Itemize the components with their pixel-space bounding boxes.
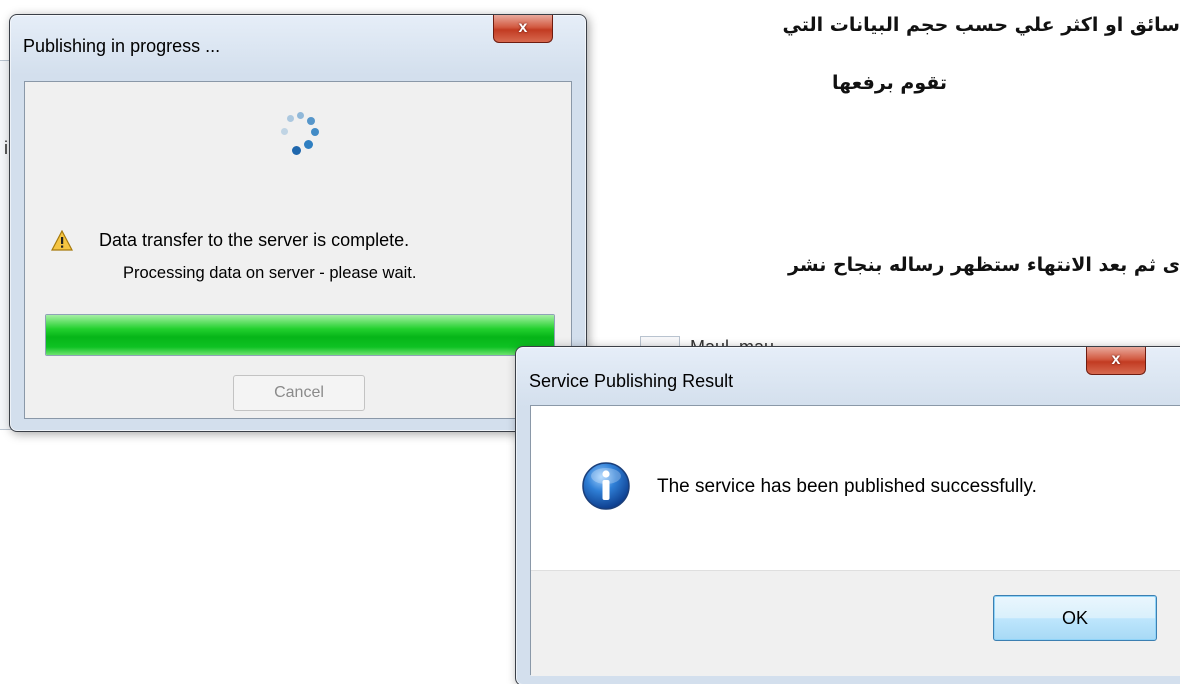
processing-message: Processing data on server - please wait. [123, 264, 417, 282]
loading-spinner-icon [273, 110, 333, 170]
ok-button[interactable]: OK [993, 595, 1157, 641]
result-dialog-title: Service Publishing Result [529, 371, 734, 391]
publishing-dialog-body: Data transfer to the server is complete.… [24, 81, 572, 419]
transfer-complete-message: Data transfer to the server is complete. [99, 230, 410, 250]
document-text-line-1: سائق او اكثر علي حسب حجم البيانات التي [782, 14, 1180, 36]
document-text-line-3: ى ثم بعد الانتهاء ستظهر رساله بنجاح نشر [788, 254, 1180, 276]
document-text-line-2: تقوم برفعها [832, 72, 948, 94]
progress-bar-fill [46, 315, 554, 355]
publishing-dialog: Publishing in progress ... x Data transf… [9, 14, 587, 432]
close-icon: x [1111, 351, 1121, 368]
publishing-dialog-title: Publishing in progress ... [23, 36, 221, 56]
result-dialog-body: The service has been published successfu… [530, 405, 1180, 676]
result-button-area: OK [531, 570, 1180, 676]
result-message-area: The service has been published successfu… [531, 406, 1180, 570]
cancel-button[interactable]: Cancel [233, 375, 365, 411]
close-icon: x [518, 19, 528, 36]
result-close-button[interactable]: x [1086, 347, 1146, 375]
background-side-char: i [4, 138, 8, 158]
publishing-close-button[interactable]: x [493, 15, 553, 43]
progress-bar [45, 314, 555, 356]
warning-icon [51, 230, 73, 251]
result-dialog: Service Publishing Result x The service … [515, 346, 1180, 684]
info-icon [582, 462, 630, 510]
publish-success-message: The service has been published successfu… [657, 476, 1037, 497]
